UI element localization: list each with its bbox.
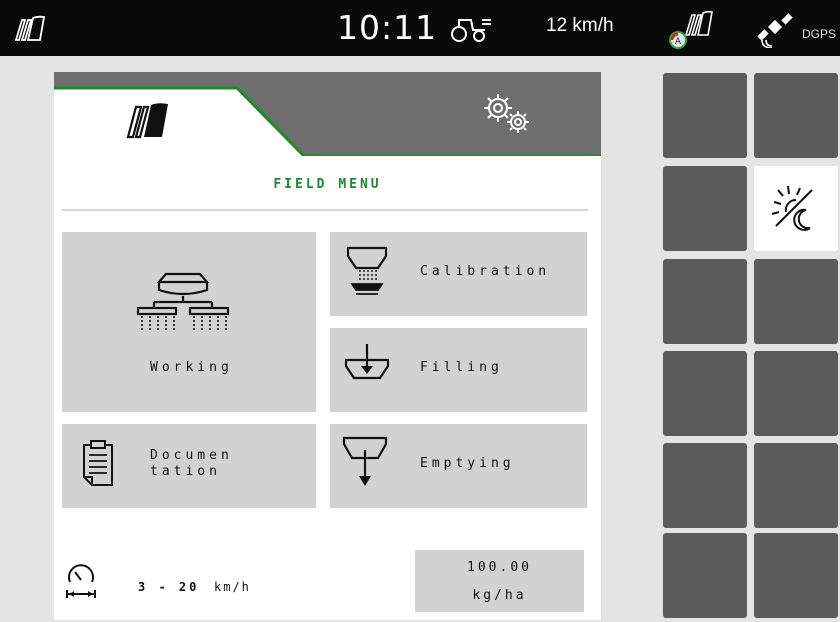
documentation-button[interactable]: Documen tation xyxy=(62,424,316,508)
softkey-11[interactable] xyxy=(663,533,747,618)
speed-range: 3 - 20 xyxy=(138,580,200,594)
speedometer-icon xyxy=(66,564,96,598)
status-bar: 10:11 12 km/h A DGPS xyxy=(0,0,840,56)
softkey-6[interactable] xyxy=(754,259,838,344)
page-title: FIELD MENU xyxy=(273,177,382,192)
day-night-icon xyxy=(771,185,813,231)
speed-readout: 12 km/h xyxy=(546,15,614,36)
filling-button[interactable]: Filling xyxy=(330,328,587,412)
softkey-1[interactable] xyxy=(663,73,747,158)
softkey-3[interactable] xyxy=(663,166,747,251)
divider xyxy=(62,209,588,211)
seed-drill-icon xyxy=(136,272,230,330)
clipboard-icon xyxy=(83,440,113,486)
day-night-button[interactable] xyxy=(754,166,838,251)
svg-text:A: A xyxy=(675,37,682,47)
working-button[interactable]: Working xyxy=(62,232,316,412)
gears-icon[interactable] xyxy=(474,88,540,138)
softkey-2[interactable] xyxy=(754,73,838,158)
emptying-button[interactable]: Emptying xyxy=(330,424,587,508)
rate-value: 100.00 xyxy=(467,560,532,575)
application-rate-box[interactable]: 100.00 kg/ha xyxy=(415,550,584,612)
working-label: Working xyxy=(150,360,233,375)
field-menu-panel: FIELD MENU Working Calibration Filling D… xyxy=(54,72,601,620)
softkey-10[interactable] xyxy=(754,443,838,528)
clock: 10:11 xyxy=(337,8,438,47)
speed-unit: km/h xyxy=(214,580,251,594)
softkey-8[interactable] xyxy=(754,351,838,436)
softkey-9[interactable] xyxy=(663,443,747,528)
machine-logo-icon[interactable] xyxy=(126,97,170,141)
softkey-12[interactable] xyxy=(754,533,838,618)
softkey-7[interactable] xyxy=(663,351,747,436)
softkey-5[interactable] xyxy=(663,259,747,344)
calibration-button[interactable]: Calibration xyxy=(330,232,587,316)
tractor-icon xyxy=(451,19,491,42)
rate-unit: kg/ha xyxy=(472,588,527,603)
emptying-label: Emptying xyxy=(420,456,515,471)
documentation-label-line2: tation xyxy=(150,464,221,479)
calibration-icon xyxy=(346,246,388,295)
documentation-label-line1: Documen xyxy=(150,448,233,463)
dgps-label: DGPS xyxy=(802,27,837,41)
calibration-label: Calibration xyxy=(420,264,551,279)
emptying-icon xyxy=(342,436,388,486)
filling-label: Filling xyxy=(420,360,503,375)
satellite-icon[interactable] xyxy=(752,10,800,48)
machine-logo-icon xyxy=(14,15,46,41)
filling-icon xyxy=(344,344,390,380)
gps-signal-icon[interactable]: A xyxy=(666,7,716,51)
